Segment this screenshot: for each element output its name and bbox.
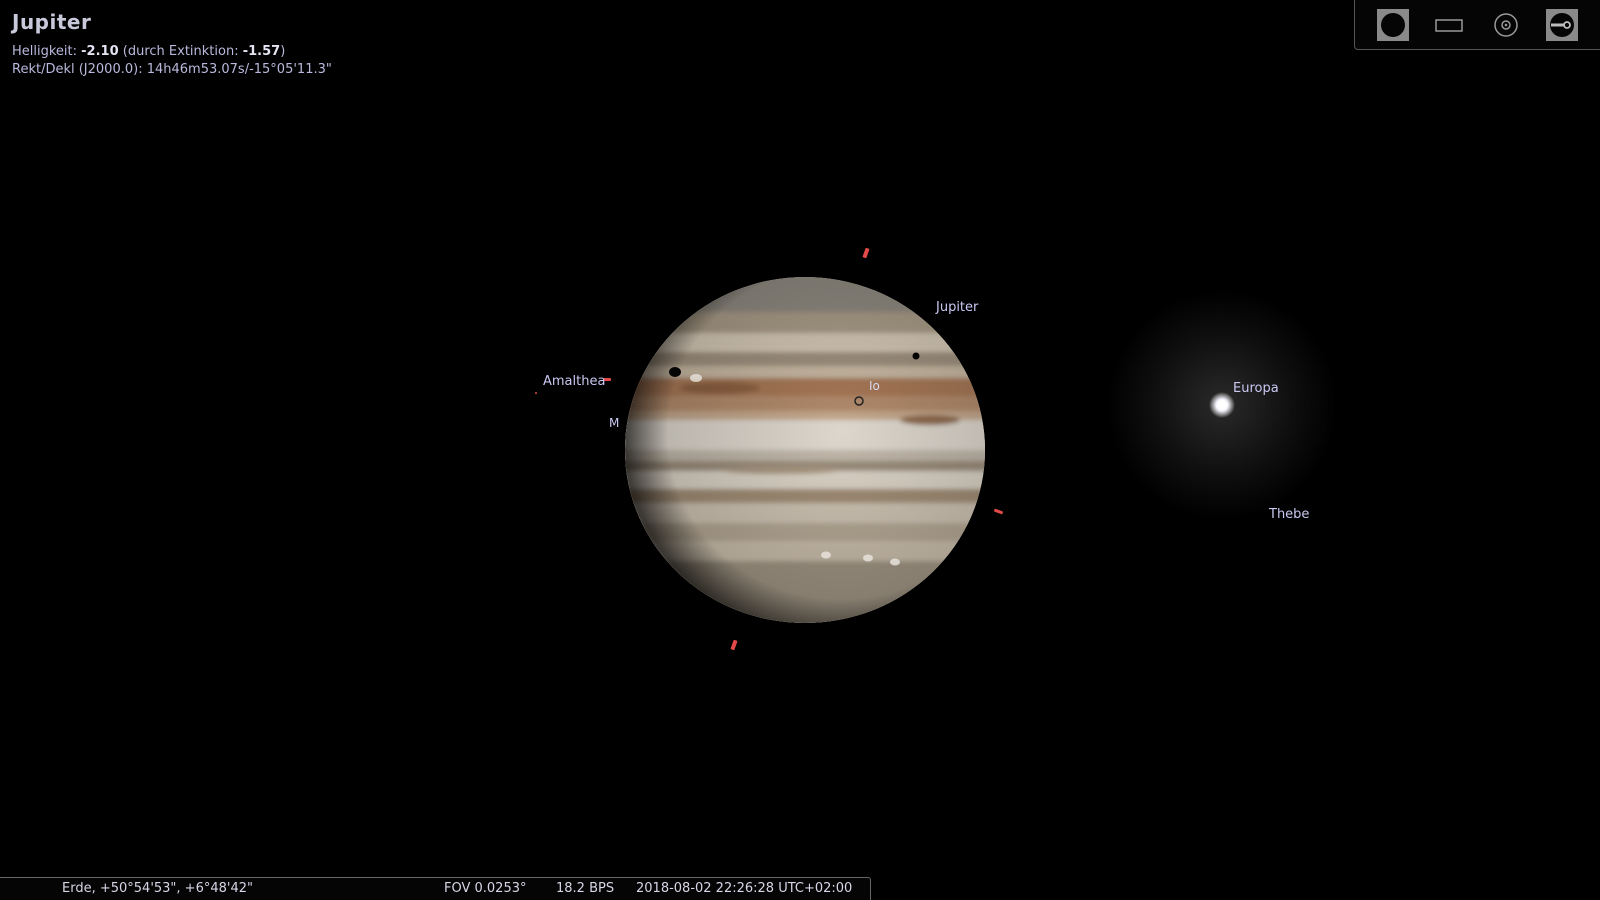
moon-shadow-2 bbox=[912, 352, 920, 360]
europa-label[interactable]: Europa bbox=[1233, 381, 1279, 396]
jupiter-label[interactable]: Jupiter bbox=[936, 300, 978, 315]
thebe-label[interactable]: Thebe bbox=[1269, 507, 1309, 522]
jupiter-planet[interactable] bbox=[600, 270, 1020, 631]
moon-shadow-1 bbox=[669, 367, 681, 377]
amalthea-dot[interactable] bbox=[535, 392, 537, 394]
datetime-text[interactable]: 2018-08-02 22:26:28 UTC+02:00 bbox=[636, 881, 852, 896]
status-bar: Erde, +50°54'53", +6°48'42" FOV 0.0253° … bbox=[0, 877, 871, 900]
io-label[interactable]: Io bbox=[869, 379, 880, 393]
europa-core bbox=[1217, 400, 1227, 410]
sky-view[interactable] bbox=[0, 0, 1600, 900]
location-text[interactable]: Erde, +50°54'53", +6°48'42" bbox=[62, 881, 253, 896]
fps-text: 18.2 BPS bbox=[556, 881, 615, 896]
fov-text: FOV 0.0253° bbox=[444, 881, 527, 896]
amalthea-label[interactable]: Amalthea bbox=[543, 374, 605, 389]
metis-label[interactable]: M bbox=[609, 416, 619, 430]
